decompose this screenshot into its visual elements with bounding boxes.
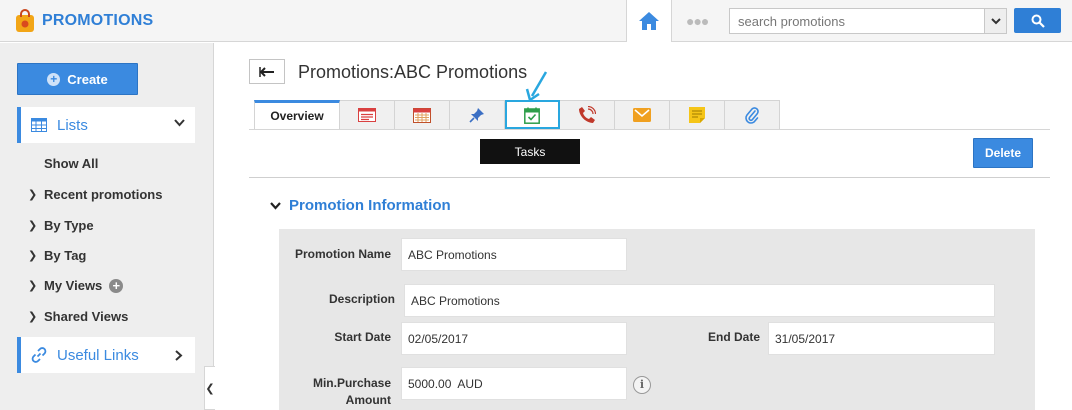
create-button[interactable]: + Create [17,63,138,95]
sidebar-item-label: Recent promotions [44,187,163,202]
tab-notes[interactable] [340,100,395,129]
sidebar-useful-links-toggle[interactable]: Useful Links [17,337,195,373]
chevron-down-icon [990,17,1001,24]
sidebar-item-shared-views[interactable]: ❯ Shared Views [28,309,128,324]
section-title: Promotion Information [289,197,451,214]
tab-tasks[interactable] [505,100,560,129]
notes-icon [358,108,376,122]
home-button[interactable] [626,0,672,42]
min-purchase-label-line2: Amount [345,393,391,407]
sidebar-item-by-tag[interactable]: ❯ By Tag [28,248,86,263]
search-button[interactable] [1014,8,1061,33]
sidebar-item-label: My Views [44,278,103,293]
tasks-tooltip: Tasks [480,139,580,164]
calendar-icon [413,108,431,123]
more-dots-icon[interactable]: ●●● [686,13,709,29]
tab-overview[interactable]: Overview [254,100,340,129]
top-bar: PROMOTIONS ●●● [0,0,1072,42]
sidebar-item-by-type[interactable]: ❯ By Type [28,218,94,233]
add-view-icon[interactable]: + [109,278,124,293]
info-icon[interactable]: i [633,376,651,394]
tab-pin[interactable] [450,100,505,129]
plus-circle-icon: + [47,72,61,86]
start-date-field[interactable]: 02/05/2017 [401,322,627,355]
sidebar-item-label: Shared Views [44,309,129,324]
arrow-left-icon [259,66,274,77]
tasks-icon [524,107,540,124]
end-date-label: End Date [707,330,760,344]
min-purchase-amount-field[interactable]: 5000.00 AUD [401,367,627,400]
sidebar-collapse-button[interactable]: ❮ [204,366,215,410]
sidebar: + Create Lists Show All ❯ Recent promoti… [0,43,214,410]
description-label: Description [328,292,395,306]
mail-icon [633,108,651,122]
chevron-right-icon: ❯ [28,311,38,323]
sidebar-item-recent-promotions[interactable]: ❯ Recent promotions [28,187,162,202]
attachment-icon [745,107,759,124]
create-button-label: Create [67,71,108,87]
sidebar-lists-toggle[interactable]: Lists [17,107,195,143]
sidebar-item-label: Show All [44,156,99,171]
section-divider [249,177,1050,178]
chevron-left-icon: ❮ [205,382,215,395]
chevron-right-icon: ❯ [28,220,38,232]
chevron-down-icon [270,201,281,210]
chevron-right-icon: ❯ [28,189,38,201]
link-icon [31,347,47,363]
list-grid-icon [31,118,47,132]
app-brand[interactable]: PROMOTIONS [14,9,153,33]
tab-calls[interactable] [560,100,615,129]
chevron-right-icon [175,350,183,361]
end-date-field[interactable]: 31/05/2017 [768,322,995,355]
sticky-note-icon [689,107,705,123]
sidebar-item-label: By Tag [44,248,87,263]
promotion-name-label: Promotion Name [294,247,391,261]
tab-email[interactable] [615,100,670,129]
chevron-right-icon: ❯ [28,280,38,292]
delete-button[interactable]: Delete [973,138,1033,168]
page-title: Promotions:ABC Promotions [298,62,528,82]
sidebar-useful-links-label: Useful Links [57,346,139,364]
min-purchase-label-line1: Min.Purchase [312,376,391,390]
search-box [729,8,1007,34]
tab-sticky-notes[interactable] [670,100,725,129]
search-dropdown-button[interactable] [984,9,1006,33]
pin-icon [469,108,484,123]
app-title: PROMOTIONS [42,12,154,29]
tabs-underline [249,129,1050,130]
home-icon [639,12,659,30]
tab-calendar[interactable] [395,100,450,129]
chevron-down-icon [174,119,185,127]
phone-icon [579,106,596,123]
section-toggle-promotion-information[interactable]: Promotion Information [270,197,451,214]
promotion-info-panel [279,229,1035,410]
tab-attachments[interactable] [725,100,780,129]
sidebar-lists-label: Lists [57,116,88,134]
sidebar-item-my-views[interactable]: ❯ My Views + [28,278,124,293]
sidebar-item-label: By Type [44,218,94,233]
shopping-bag-icon [16,9,34,32]
min-purchase-amount-label: Min.Purchase Amount [279,375,391,409]
promotion-name-field[interactable]: ABC Promotions [401,238,627,271]
description-field[interactable]: ABC Promotions [404,284,995,317]
pointer-arrow-icon [525,71,548,102]
tab-overview-label: Overview [270,109,324,123]
sidebar-item-show-all[interactable]: Show All [44,156,98,171]
start-date-label: Start Date [334,330,391,344]
search-icon [1031,14,1045,28]
search-input[interactable] [730,9,984,33]
back-button[interactable] [249,59,285,84]
record-tabs: Overview [254,100,780,129]
chevron-right-icon: ❯ [28,250,38,262]
